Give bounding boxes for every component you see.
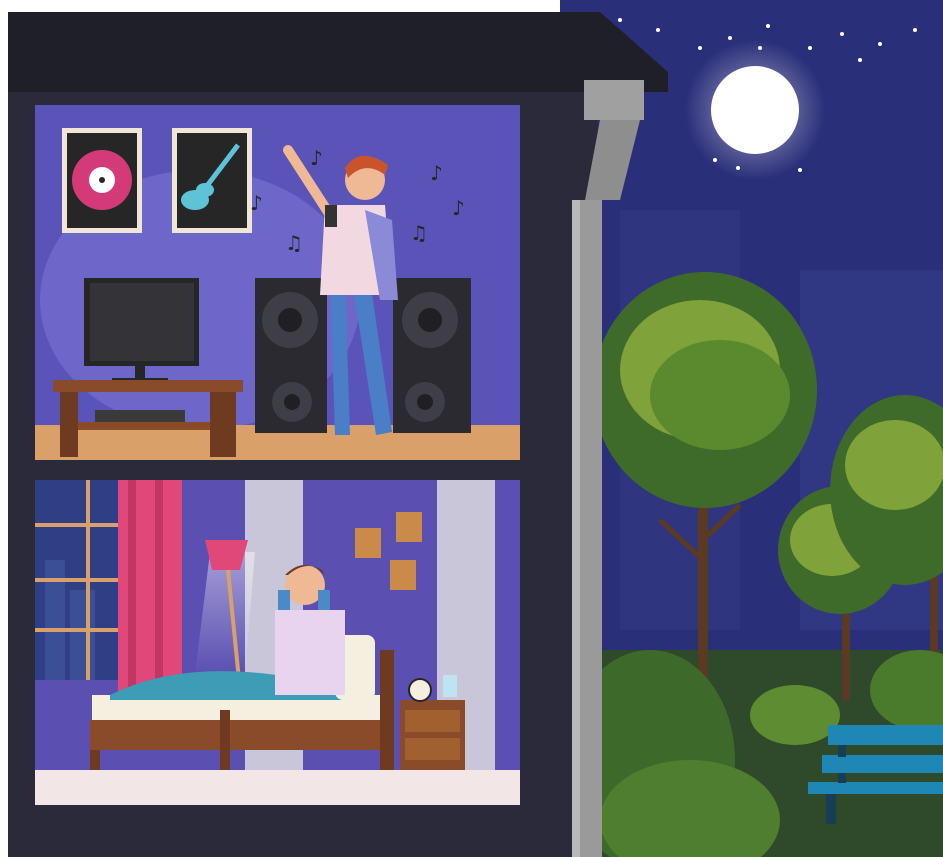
- water-glass-icon: [443, 675, 457, 697]
- svg-text:♪: ♪: [310, 146, 323, 170]
- speaker-right: [393, 278, 471, 433]
- svg-text:♫: ♫: [410, 221, 428, 245]
- bedroom-window: [35, 480, 120, 680]
- upper-room: ♪ ♫ ♪ ♫ ♪ ♪: [35, 105, 520, 460]
- alarm-clock-icon: [408, 678, 432, 702]
- lower-room: [35, 480, 520, 805]
- lower-floor: [35, 770, 520, 805]
- svg-text:♪: ♪: [452, 196, 465, 220]
- svg-text:♪: ♪: [250, 191, 263, 215]
- night-house-scene: ♪ ♫ ♪ ♫ ♪ ♪: [8, 0, 943, 857]
- svg-text:♫: ♫: [285, 231, 303, 255]
- guitar-poster: [172, 128, 252, 233]
- moon: [711, 66, 799, 154]
- roof: [8, 12, 668, 92]
- speaker-left: [255, 278, 327, 433]
- floor-divider: [35, 460, 520, 480]
- house: ♪ ♫ ♪ ♫ ♪ ♪: [8, 12, 668, 857]
- vinyl-poster: [62, 128, 142, 233]
- svg-text:♪: ♪: [430, 161, 443, 185]
